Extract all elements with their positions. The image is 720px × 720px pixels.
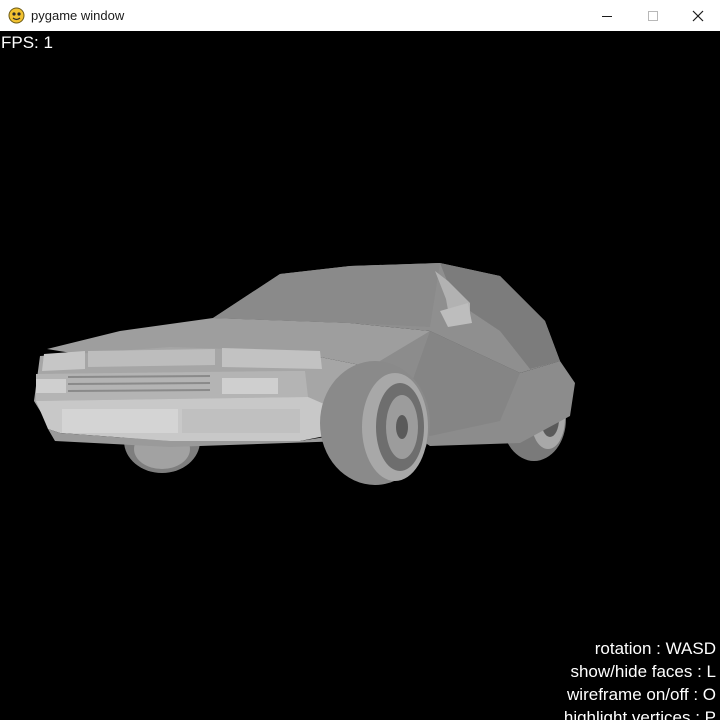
help-faces: show/hide faces : L <box>570 662 716 681</box>
maximize-icon <box>648 10 658 21</box>
help-wireframe: wireframe on/off : O <box>567 685 716 704</box>
front-right-wheel <box>320 361 430 485</box>
car-body <box>34 263 575 447</box>
close-icon <box>692 10 704 21</box>
minimize-icon <box>602 15 612 17</box>
help-rotation: rotation : WASD <box>594 639 716 658</box>
car-3d-model <box>34 263 575 485</box>
help-vertices: highlight vertices : P <box>563 708 716 720</box>
close-button[interactable] <box>675 0 720 31</box>
title-bar[interactable]: pygame window <box>0 0 720 32</box>
maximize-button[interactable] <box>630 0 676 31</box>
game-canvas[interactable]: FPS: 1 rotation: WASD show/hide faces:… <box>0 31 720 720</box>
window-title: pygame window <box>31 8 125 23</box>
pygame-snake-icon <box>8 7 25 24</box>
minimize-button[interactable] <box>584 0 630 31</box>
controls-help: rotation : WASD show/hide faces : L wire… <box>564 637 716 720</box>
pygame-window: pygame window FPS: 1 rotation: WASD sho… <box>0 0 720 720</box>
